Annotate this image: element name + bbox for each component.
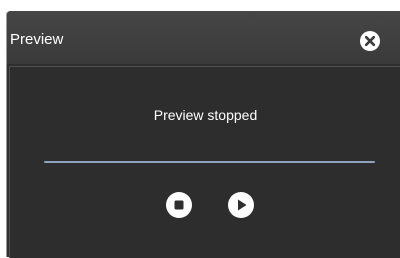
play-button[interactable] [228,192,254,218]
preview-progress-bar[interactable] [44,161,375,163]
window-title: Preview [10,31,64,48]
preview-status: Preview stopped [153,107,258,123]
close-icon [364,35,376,47]
play-icon [238,199,247,211]
preview-dialog: Preview Preview stopped [7,11,400,258]
close-button[interactable] [360,31,380,51]
stop-button[interactable] [166,192,192,218]
preview-panel: Preview stopped [9,66,400,258]
title-bar: Preview [7,11,400,64]
stop-icon [174,200,184,210]
